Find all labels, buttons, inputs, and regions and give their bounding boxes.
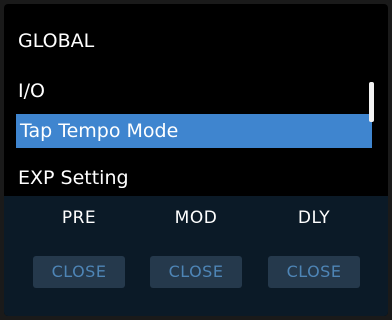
effects-panel: PRE CLOSE MOD CLOSE DLY CLOSE [4,196,388,316]
menu-item-label: EXP Setting [18,167,129,189]
pre-close-button[interactable]: CLOSE [33,256,125,288]
menu-item-tap-tempo-mode[interactable]: Tap Tempo Mode [16,114,372,148]
scrollbar[interactable] [369,82,374,122]
device-frame: GLOBAL I/O Tap Tempo Mode EXP Setting PR… [0,0,392,320]
effect-header-dly: DLY [297,208,331,228]
menu-item-label: Tap Tempo Mode [20,120,179,142]
effect-header-mod: MOD [174,208,218,228]
screen: GLOBAL I/O Tap Tempo Mode EXP Setting PR… [4,4,388,316]
mod-close-button[interactable]: CLOSE [150,256,242,288]
menu-item-label: I/O [18,80,45,102]
menu-item-label: GLOBAL [18,30,95,52]
menu-item-global[interactable]: GLOBAL [16,24,94,58]
effect-header-pre: PRE [61,208,97,228]
dly-close-button[interactable]: CLOSE [268,256,360,288]
menu-item-exp-setting[interactable]: EXP Setting [16,161,129,195]
menu-item-io[interactable]: I/O [16,74,45,108]
